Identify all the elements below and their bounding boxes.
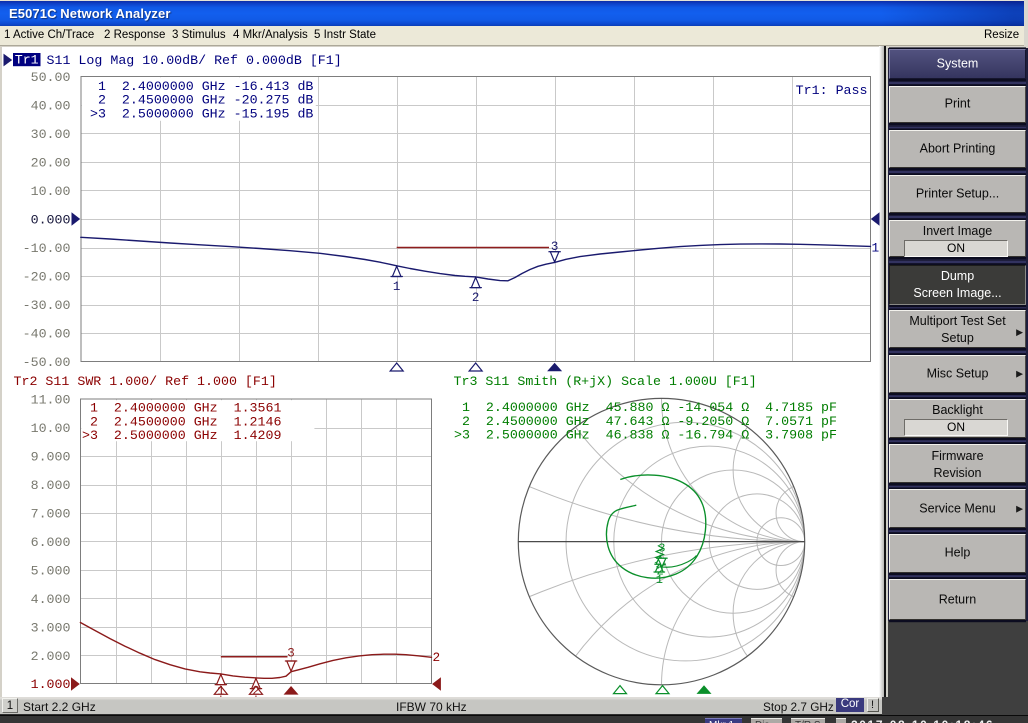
svg-text:>3 2.5000000 GHz -15.195 dB: >3 2.5000000 GHz -15.195 dB bbox=[82, 106, 313, 121]
svg-text:>3 2.5000000 GHz 1.4209: >3 2.5000000 GHz 1.4209 bbox=[74, 428, 281, 443]
svg-text:2.000: 2.000 bbox=[31, 649, 71, 664]
svg-text:1 2.4000000 GHz 1.3561: 1 2.4000000 GHz 1.3561 bbox=[74, 401, 281, 416]
svg-text:Tr1: Pass: Tr1: Pass bbox=[796, 83, 868, 98]
svg-text:4.000: 4.000 bbox=[31, 592, 71, 607]
svg-text:1 2.4000000 GHz -16.413 dB: 1 2.4000000 GHz -16.413 dB bbox=[82, 79, 313, 94]
svg-text:2: 2 bbox=[472, 291, 480, 305]
svg-text:20.00: 20.00 bbox=[31, 155, 71, 170]
svg-text:6.000: 6.000 bbox=[31, 535, 71, 550]
svg-text:-30.00: -30.00 bbox=[23, 298, 71, 313]
svg-text:1: 1 bbox=[393, 280, 401, 294]
svg-text:3: 3 bbox=[551, 240, 559, 254]
svg-text:11.00: 11.00 bbox=[31, 393, 71, 408]
svg-text:7.000: 7.000 bbox=[31, 507, 71, 522]
svg-text:-50.00: -50.00 bbox=[23, 355, 71, 370]
svg-text:>3 2.5000000 GHz 46.838 Ω -1: >3 2.5000000 GHz 46.838 Ω -16.794 Ω 3.79… bbox=[446, 427, 837, 442]
svg-text:-10.00: -10.00 bbox=[23, 241, 71, 256]
svg-text:5.000: 5.000 bbox=[31, 563, 71, 578]
svg-text:1: 1 bbox=[872, 240, 880, 255]
svg-text:2: 2 bbox=[656, 565, 663, 579]
svg-text:50.00: 50.00 bbox=[31, 70, 71, 85]
svg-text:10.00: 10.00 bbox=[31, 421, 71, 436]
svg-text:3: 3 bbox=[287, 646, 295, 660]
svg-text:8.000: 8.000 bbox=[31, 478, 71, 493]
svg-text:30.00: 30.00 bbox=[31, 127, 71, 142]
svg-text:3: 3 bbox=[658, 542, 665, 556]
svg-text:9.000: 9.000 bbox=[31, 450, 71, 465]
svg-text:40.00: 40.00 bbox=[31, 98, 71, 113]
svg-text:2 2.4500000 GHz 1.2146: 2 2.4500000 GHz 1.2146 bbox=[74, 414, 281, 429]
svg-text:-40.00: -40.00 bbox=[23, 327, 71, 342]
svg-text:1.000: 1.000 bbox=[31, 677, 71, 692]
svg-text:0.000: 0.000 bbox=[31, 213, 71, 228]
svg-text:-20.00: -20.00 bbox=[23, 270, 71, 285]
svg-text:Tr1: Tr1 bbox=[15, 53, 39, 68]
svg-text:3.000: 3.000 bbox=[31, 620, 71, 635]
svg-text:2 2.4500000 GHz -20.275 dB: 2 2.4500000 GHz -20.275 dB bbox=[82, 93, 313, 108]
svg-text:Tr2 S11 SWR 1.000/ Ref 1.000 [: Tr2 S11 SWR 1.000/ Ref 1.000 [F1] bbox=[14, 374, 277, 389]
svg-text:10.00: 10.00 bbox=[31, 184, 71, 199]
svg-text:Tr3 S11 Smith (R+jX) Scale 1.0: Tr3 S11 Smith (R+jX) Scale 1.000U [F1] bbox=[454, 374, 757, 389]
svg-text:S11 Log Mag 10.00dB/ Ref 0.000: S11 Log Mag 10.00dB/ Ref 0.000dB [F1] bbox=[47, 53, 342, 68]
svg-text:2: 2 bbox=[433, 650, 441, 665]
